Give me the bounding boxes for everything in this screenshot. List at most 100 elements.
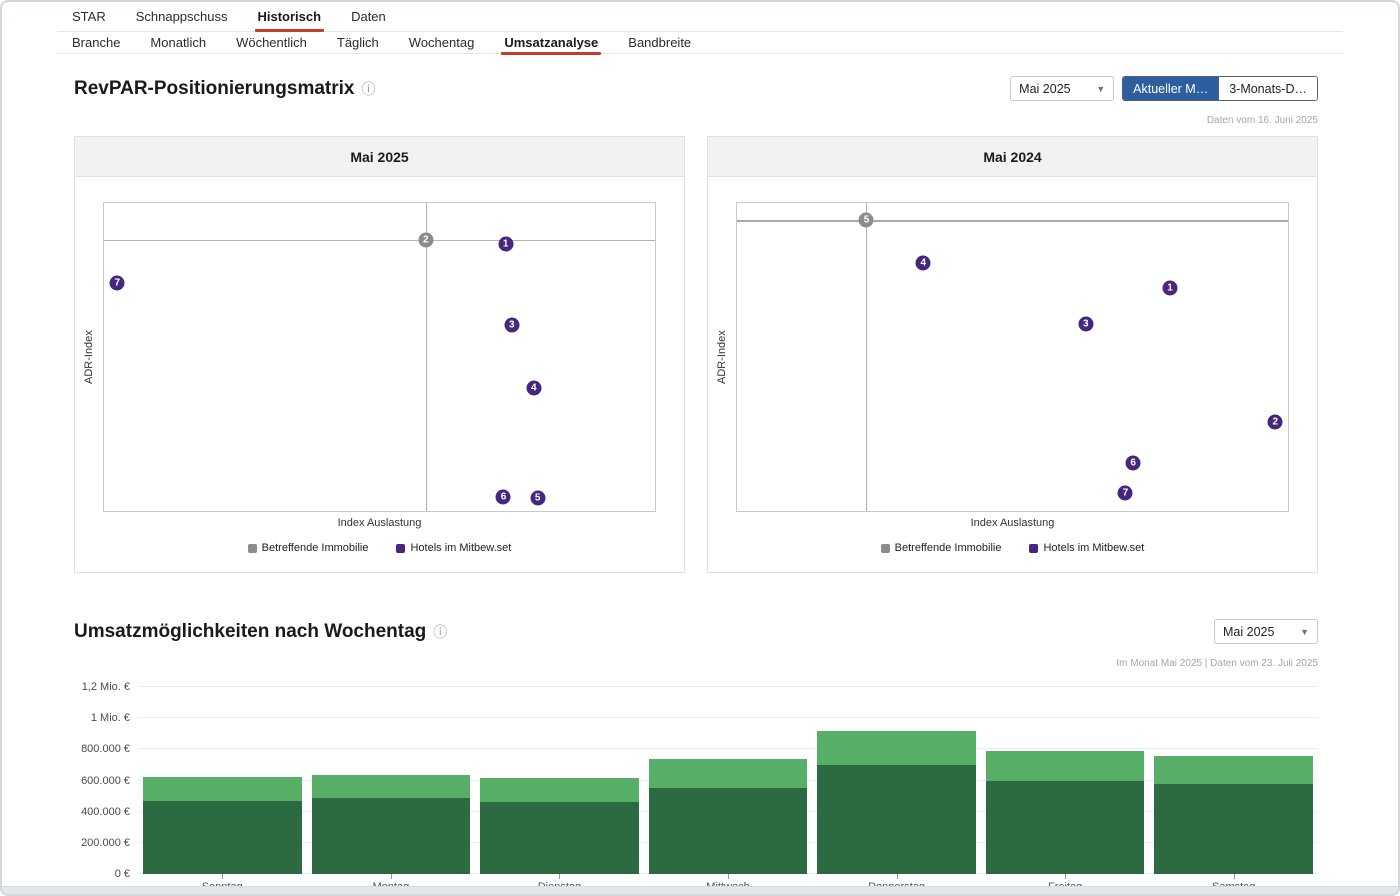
scatter-point: 4 (526, 380, 541, 395)
scatter-plot-current: 2173465 (103, 202, 656, 512)
weekday-header: Umsatzmöglichkeiten nach Wochentag ⓘ Mai… (74, 619, 1318, 644)
legend-item-compset: Hotels im Mitbew.set (396, 542, 511, 554)
bar-segment-light (312, 775, 470, 798)
nav-wrap: STAR Schnappschuss Historisch Daten Bran… (57, 2, 1343, 54)
bar-segment-light (1154, 756, 1312, 784)
weekday-title: Umsatzmöglichkeiten nach Wochentag ⓘ (74, 621, 447, 643)
legend-label: Hotels im Mitbew.set (410, 542, 511, 554)
compset-swatch (396, 544, 405, 553)
page-title: RevPAR-Positionierungsmatrix ⓘ (74, 78, 375, 100)
crosshair-hline (737, 220, 1288, 222)
panel-body: ADR-Index 5413267 Index Auslastung Betre… (708, 177, 1317, 572)
mode-toggle: Aktueller M… 3-Monats-D… (1122, 76, 1318, 101)
scatter-point: 3 (504, 317, 519, 332)
crosshair-vline (426, 203, 427, 511)
legend-item-subject: Betreffende Immobilie (248, 542, 369, 554)
nav-item-daten[interactable]: Daten (351, 10, 386, 23)
y-axis-tick-label: 1,2 Mio. € (82, 681, 130, 693)
scatter-point: 2 (1268, 415, 1283, 430)
scatter-point: 5 (859, 212, 874, 227)
panel-body: ADR-Index 2173465 Index Auslastung Betre… (75, 177, 684, 572)
revpar-header: RevPAR-Positionierungsmatrix ⓘ Mai 2025 … (74, 76, 1318, 101)
revpar-controls: Mai 2025 ▼ Aktueller M… 3-Monats-D… (1010, 76, 1318, 101)
nav-item-bandbreite[interactable]: Bandbreite (628, 36, 691, 49)
bar (817, 731, 975, 874)
bar (649, 759, 807, 874)
scatter-point: 1 (1163, 281, 1178, 296)
bar (1154, 756, 1312, 874)
nav-item-woechentlich[interactable]: Wöchentlich (236, 36, 307, 49)
scatter-point: 2 (418, 233, 433, 248)
weekday-section: Umsatzmöglichkeiten nach Wochentag ⓘ Mai… (74, 619, 1318, 874)
bar-segment-light (986, 751, 1144, 781)
chevron-down-icon: ▼ (1096, 84, 1105, 94)
x-axis-tick (391, 874, 392, 879)
bottom-scroll-strip[interactable] (2, 886, 1398, 894)
scatter-point: 7 (1118, 485, 1133, 500)
subject-swatch (248, 544, 257, 553)
legend-item-subject: Betreffende Immobilie (881, 542, 1002, 554)
nav-item-umsatzanalyse[interactable]: Umsatzanalyse (504, 36, 598, 49)
revpar-section: RevPAR-Positionierungsmatrix ⓘ Mai 2025 … (74, 76, 1318, 573)
revpar-data-note: Daten vom 16. Juni 2025 (74, 115, 1318, 126)
legend-label: Betreffende Immobilie (895, 542, 1002, 554)
x-axis-tick (222, 874, 223, 879)
bar-segment-dark (143, 801, 301, 874)
x-axis-tick (728, 874, 729, 879)
scatter-point: 4 (916, 256, 931, 271)
info-icon[interactable]: ⓘ (361, 82, 375, 96)
y-axis-tick-label: 200.000 € (81, 837, 130, 849)
chevron-down-icon: ▼ (1300, 627, 1309, 637)
panel-title: Mai 2024 (708, 137, 1317, 177)
bar-segment-light (480, 778, 638, 801)
crosshair-vline (866, 203, 867, 511)
legend-label: Hotels im Mitbew.set (1043, 542, 1144, 554)
scatter-panel-prior-year: Mai 2024 ADR-Index 5413267 Index Auslast… (707, 136, 1318, 573)
three-month-avg-button[interactable]: 3-Monats-D… (1218, 77, 1317, 100)
crosshair-hline (104, 240, 655, 241)
primary-nav: STAR Schnappschuss Historisch Daten (57, 2, 1343, 32)
nav-item-schnappschuss[interactable]: Schnappschuss (136, 10, 228, 23)
bar-segment-dark (817, 765, 975, 874)
weekday-data-note: Im Monat Mai 2025 | Daten vom 23. Juli 2… (74, 658, 1318, 669)
legend-item-compset: Hotels im Mitbew.set (1029, 542, 1144, 554)
nav-item-branche[interactable]: Branche (72, 36, 120, 49)
scatter-point: 7 (110, 275, 125, 290)
weekday-title-text: Umsatzmöglichkeiten nach Wochentag (74, 621, 426, 643)
current-month-button[interactable]: Aktueller M… (1123, 77, 1218, 100)
bar-segment-light (817, 731, 975, 765)
scatter-row: ADR-Index 5413267 (708, 202, 1289, 512)
y-axis-tick-label: 0 € (115, 868, 130, 880)
bar (312, 775, 470, 874)
nav-item-historisch[interactable]: Historisch (258, 10, 322, 23)
scatter-plot-prior-year: 5413267 (736, 202, 1289, 512)
weekday-month-select[interactable]: Mai 2025 ▼ (1214, 619, 1318, 644)
x-axis-tick (897, 874, 898, 879)
scatter-point: 5 (530, 491, 545, 506)
nav-item-star[interactable]: STAR (72, 10, 106, 23)
secondary-nav: Branche Monatlich Wöchentlich Täglich Wo… (57, 32, 1343, 54)
bar-segment-dark (986, 781, 1144, 875)
nav-item-wochentag[interactable]: Wochentag (409, 36, 475, 49)
bar-segment-dark (312, 798, 470, 874)
app-window: STAR Schnappschuss Historisch Daten Bran… (0, 0, 1400, 896)
bar-plot: SonntagMontagDienstagMittwochDonnerstagF… (138, 687, 1318, 874)
revpar-month-select[interactable]: Mai 2025 ▼ (1010, 76, 1114, 101)
info-icon[interactable]: ⓘ (433, 625, 447, 639)
x-axis-tick (1065, 874, 1066, 879)
y-axis-tick-label: 1 Mio. € (91, 712, 130, 724)
scatter-point: 6 (496, 490, 511, 505)
gridline (138, 686, 1318, 687)
scatter-point: 3 (1078, 316, 1093, 331)
y-axis-tick-label: 400.000 € (81, 806, 130, 818)
chart-legend: Betreffende Immobilie Hotels im Mitbew.s… (75, 542, 656, 554)
x-axis-tick (559, 874, 560, 879)
nav-item-taeglich[interactable]: Täglich (337, 36, 379, 49)
bar-segment-dark (1154, 784, 1312, 874)
chart-legend: Betreffende Immobilie Hotels im Mitbew.s… (708, 542, 1289, 554)
revpar-month-select-value: Mai 2025 (1019, 82, 1070, 96)
nav-item-monatlich[interactable]: Monatlich (150, 36, 206, 49)
legend-label: Betreffende Immobilie (262, 542, 369, 554)
weekday-bar-chart: 0 €200.000 €400.000 €600.000 €800.000 €1… (74, 687, 1318, 874)
revpar-title-text: RevPAR-Positionierungsmatrix (74, 78, 354, 100)
